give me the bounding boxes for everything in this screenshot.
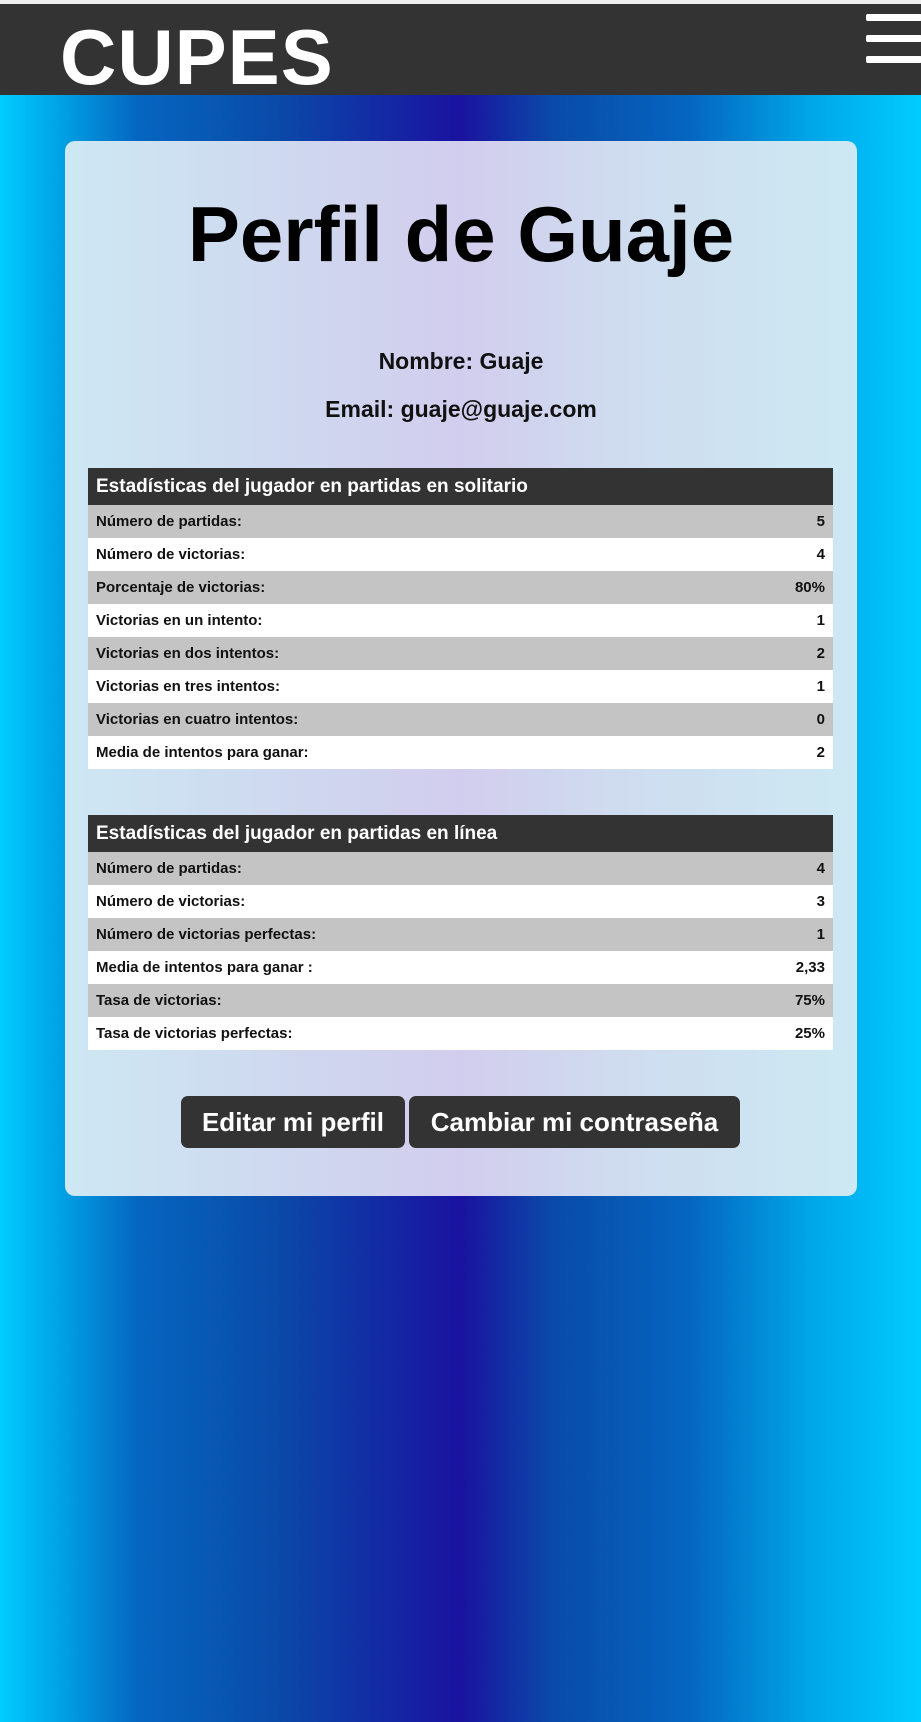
stat-label: Victorias en cuatro intentos: — [88, 703, 708, 736]
table-row: Tasa de victorias: 75% — [88, 984, 833, 1017]
app-logo[interactable]: CUPES — [60, 12, 334, 102]
stat-label: Número de victorias: — [88, 538, 708, 571]
table-row: Número de victorias: 4 — [88, 538, 833, 571]
table-row: Porcentaje de victorias: 80% — [88, 571, 833, 604]
stat-value: 4 — [708, 538, 833, 571]
stat-label: Número de partidas: — [88, 852, 708, 885]
stat-label: Victorias en un intento: — [88, 604, 708, 637]
stat-value: 1 — [708, 918, 833, 951]
stat-label: Victorias en tres intentos: — [88, 670, 708, 703]
top-navbar: CUPES — [0, 0, 921, 101]
stat-value: 25% — [708, 1017, 833, 1050]
stat-value: 2 — [708, 736, 833, 769]
menu-bar — [866, 35, 921, 42]
stat-value: 75% — [708, 984, 833, 1017]
page-title: Perfil de Guaje — [187, 190, 735, 278]
change-password-button[interactable]: Cambiar mi contraseña — [409, 1096, 740, 1148]
stat-label: Porcentaje de victorias: — [88, 571, 708, 604]
stat-label: Número de partidas: — [88, 505, 708, 538]
stat-value: 3 — [708, 885, 833, 918]
stat-value: 1 — [708, 670, 833, 703]
table-row: Número de partidas: 4 — [88, 852, 833, 885]
stat-value: 0 — [708, 703, 833, 736]
table-row: Número de victorias: 3 — [88, 885, 833, 918]
menu-bar — [866, 56, 921, 63]
profile-card: Perfil de Guaje Nombre: Guaje Email: gua… — [65, 141, 857, 1196]
stat-label: Tasa de victorias: — [88, 984, 708, 1017]
online-stats-table: Estadísticas del jugador en partidas en … — [88, 815, 833, 1050]
table-row: Victorias en cuatro intentos: 0 — [88, 703, 833, 736]
stat-value: 80% — [708, 571, 833, 604]
table-row: Victorias en tres intentos: 1 — [88, 670, 833, 703]
table-row: Tasa de victorias perfectas: 25% — [88, 1017, 833, 1050]
table-row: Victorias en un intento: 1 — [88, 604, 833, 637]
stat-label: Número de victorias: — [88, 885, 708, 918]
stat-value: 2,33 — [708, 951, 833, 984]
stat-label: Media de intentos para ganar : — [88, 951, 708, 984]
stat-label: Tasa de victorias perfectas: — [88, 1017, 708, 1050]
table-row: Número de victorias perfectas: 1 — [88, 918, 833, 951]
table-heading: Estadísticas del jugador en partidas en … — [88, 815, 833, 852]
stat-value: 2 — [708, 637, 833, 670]
table-row: Número de partidas: 5 — [88, 505, 833, 538]
menu-bar — [866, 14, 921, 21]
table-row: Media de intentos para ganar : 2,33 — [88, 951, 833, 984]
hamburger-menu-icon[interactable] — [866, 14, 921, 66]
profile-name: Nombre: Guaje — [378, 348, 544, 374]
profile-email: Email: guaje@guaje.com — [325, 396, 597, 422]
solo-stats-table: Estadísticas del jugador en partidas en … — [88, 468, 833, 769]
stat-label: Media de intentos para ganar: — [88, 736, 708, 769]
stat-value: 4 — [708, 852, 833, 885]
stat-label: Número de victorias perfectas: — [88, 918, 708, 951]
table-row: Media de intentos para ganar: 2 — [88, 736, 833, 769]
table-row: Victorias en dos intentos: 2 — [88, 637, 833, 670]
stat-label: Victorias en dos intentos: — [88, 637, 708, 670]
stat-value: 1 — [708, 604, 833, 637]
edit-profile-button[interactable]: Editar mi perfil — [181, 1096, 405, 1148]
stat-value: 5 — [708, 505, 833, 538]
table-heading: Estadísticas del jugador en partidas en … — [88, 468, 833, 505]
